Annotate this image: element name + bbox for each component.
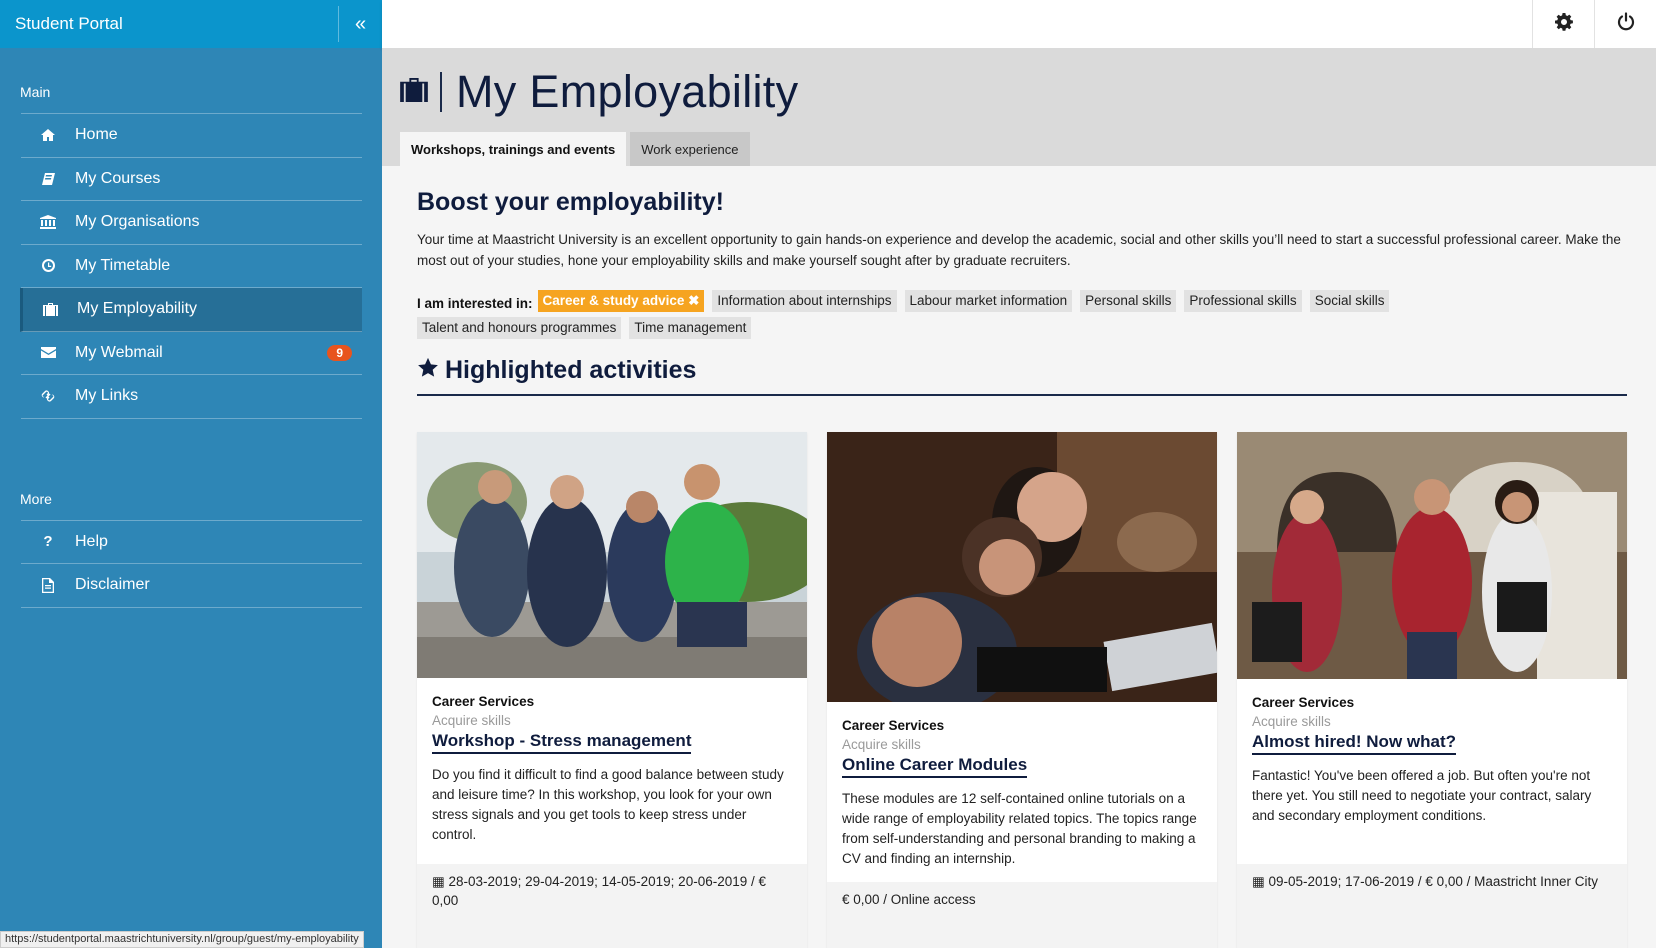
interest-filter: I am interested in: Career & study advic… xyxy=(417,290,1417,344)
card-description: Fantastic! You've been offered a job. Bu… xyxy=(1252,768,1592,823)
filter-chip-labour-market[interactable]: Labour market information xyxy=(904,290,1073,312)
activity-cards: Career Services Acquire skills Workshop … xyxy=(417,432,1647,948)
activity-card[interactable]: Career Services Acquire skills Workshop … xyxy=(417,432,807,948)
sidebar-header: Student Portal « xyxy=(0,0,382,48)
sidebar-item-organisations[interactable]: My Organisations xyxy=(21,201,362,245)
page-header: My Employability Workshops, trainings an… xyxy=(382,48,1656,166)
tab-bar: Workshops, trainings and events Work exp… xyxy=(400,132,754,166)
institution-icon xyxy=(21,215,75,230)
sidebar-item-label: Home xyxy=(75,126,118,144)
sidebar-item-label: Help xyxy=(75,532,108,550)
sidebar-item-webmail[interactable]: My Webmail 9 xyxy=(21,332,362,375)
sidebar-item-disclaimer[interactable]: Disclaimer xyxy=(21,564,362,608)
card-organisation: Career Services xyxy=(842,718,945,733)
section-heading: Boost your employability! xyxy=(417,188,724,216)
card-footer: ▦ 28-03-2019; 29-04-2019; 14-05-2019; 20… xyxy=(417,864,807,948)
filter-chip-internships[interactable]: Information about internships xyxy=(712,290,897,312)
power-icon xyxy=(1617,12,1635,36)
calendar-icon: ▦ xyxy=(1252,874,1269,889)
highlighted-title: Highlighted activities xyxy=(445,356,697,384)
link-icon xyxy=(21,389,75,403)
activity-card[interactable]: Career Services Acquire skills Online Ca… xyxy=(827,432,1217,948)
browser-status-url: https://studentportal.maastrichtuniversi… xyxy=(0,931,364,948)
card-photo-students-laptops xyxy=(827,432,1217,702)
card-body: Career Services Acquire skills Almost hi… xyxy=(1237,679,1627,826)
card-description: Do you find it difficult to find a good … xyxy=(432,767,784,842)
sidebar-item-label: My Webmail xyxy=(75,343,163,361)
card-body: Career Services Acquire skills Workshop … xyxy=(417,678,807,845)
envelope-icon xyxy=(21,347,75,359)
gear-icon xyxy=(1554,12,1573,36)
tab-workshops[interactable]: Workshops, trainings and events xyxy=(400,132,627,166)
sidebar-item-label: Disclaimer xyxy=(75,576,150,594)
double-chevron-left-icon: « xyxy=(354,12,367,35)
sidebar-item-label: My Courses xyxy=(75,169,161,187)
highlighted-header: Highlighted activities xyxy=(417,356,1627,396)
card-organisation: Career Services xyxy=(432,694,535,709)
card-title-link[interactable]: Workshop - Stress management xyxy=(432,731,692,754)
collapse-sidebar-button[interactable]: « xyxy=(338,6,382,42)
sidebar-item-timetable[interactable]: My Timetable xyxy=(21,245,362,288)
calendar-icon: ▦ xyxy=(432,874,449,889)
card-meta: 09-05-2019; 17-06-2019 / € 0,00 / Maastr… xyxy=(1268,874,1598,889)
filter-chip-professional-skills[interactable]: Professional skills xyxy=(1184,290,1302,312)
filter-chip-social-skills[interactable]: Social skills xyxy=(1309,290,1390,312)
sidebar-section-main: Main xyxy=(20,84,51,100)
intro-text: Your time at Maastricht University is an… xyxy=(417,232,1621,268)
sidebar-item-help[interactable]: ? Help xyxy=(21,521,362,564)
sidebar-item-label: My Links xyxy=(75,387,139,405)
sidebar: Student Portal « Main Home My Courses My… xyxy=(0,0,382,948)
briefcase-icon xyxy=(23,302,77,316)
filter-chip-time-management[interactable]: Time management xyxy=(629,317,752,339)
sidebar-item-home[interactable]: Home xyxy=(21,114,362,158)
sidebar-item-label: My Employability xyxy=(77,300,198,318)
card-photo-students-outdoors xyxy=(417,432,807,678)
card-body: Career Services Acquire skills Online Ca… xyxy=(827,702,1217,869)
activity-card[interactable]: Career Services Acquire skills Almost hi… xyxy=(1237,432,1627,948)
page-title-wrap: My Employability xyxy=(400,66,798,118)
page-title: My Employability xyxy=(456,66,799,117)
settings-button[interactable] xyxy=(1532,0,1594,48)
card-category: Acquire skills xyxy=(842,737,921,752)
clock-icon xyxy=(21,259,75,273)
card-category: Acquire skills xyxy=(1252,714,1331,729)
card-footer: ▦ 09-05-2019; 17-06-2019 / € 0,00 / Maas… xyxy=(1237,864,1627,948)
card-photo-handshake xyxy=(1237,432,1627,679)
card-meta: 28-03-2019; 29-04-2019; 14-05-2019; 20-0… xyxy=(432,874,767,908)
book-icon xyxy=(21,172,75,185)
title-divider xyxy=(440,72,442,112)
filter-chip-talent-honours[interactable]: Talent and honours programmes xyxy=(417,317,622,339)
briefcase-icon xyxy=(400,77,428,107)
interest-label: I am interested in: xyxy=(417,295,533,311)
card-footer: € 0,00 / Online access xyxy=(827,882,1217,948)
sidebar-item-label: My Timetable xyxy=(75,256,171,274)
sidebar-item-label: My Organisations xyxy=(75,213,200,231)
star-icon xyxy=(417,357,439,384)
sidebar-section-more: More xyxy=(20,490,52,507)
document-icon xyxy=(21,577,75,593)
card-category: Acquire skills xyxy=(432,713,511,728)
sidebar-item-links[interactable]: My Links xyxy=(21,375,362,419)
sidebar-item-courses[interactable]: My Courses xyxy=(21,158,362,201)
logout-button[interactable] xyxy=(1594,0,1656,48)
sidebar-main-list: Home My Courses My Organisations My Time… xyxy=(20,113,362,419)
question-icon: ? xyxy=(43,533,53,551)
filter-chip-career-advice[interactable]: Career & study advice ✖ xyxy=(537,290,705,312)
card-title-link[interactable]: Online Career Modules xyxy=(842,755,1028,778)
unread-count-badge: 9 xyxy=(327,344,352,361)
card-description: These modules are 12 self-contained onli… xyxy=(842,791,1197,866)
filter-chip-personal-skills[interactable]: Personal skills xyxy=(1080,290,1177,312)
card-organisation: Career Services xyxy=(1252,695,1355,710)
card-title-link[interactable]: Almost hired! Now what? xyxy=(1252,732,1456,755)
app-title: Student Portal xyxy=(15,14,123,33)
home-icon xyxy=(21,129,75,142)
tab-work-experience[interactable]: Work experience xyxy=(630,132,750,166)
sidebar-more-list: ? Help Disclaimer xyxy=(21,519,362,608)
topbar xyxy=(382,0,1656,48)
sidebar-item-employability[interactable]: My Employability xyxy=(20,288,362,332)
card-meta: € 0,00 / Online access xyxy=(842,892,976,907)
